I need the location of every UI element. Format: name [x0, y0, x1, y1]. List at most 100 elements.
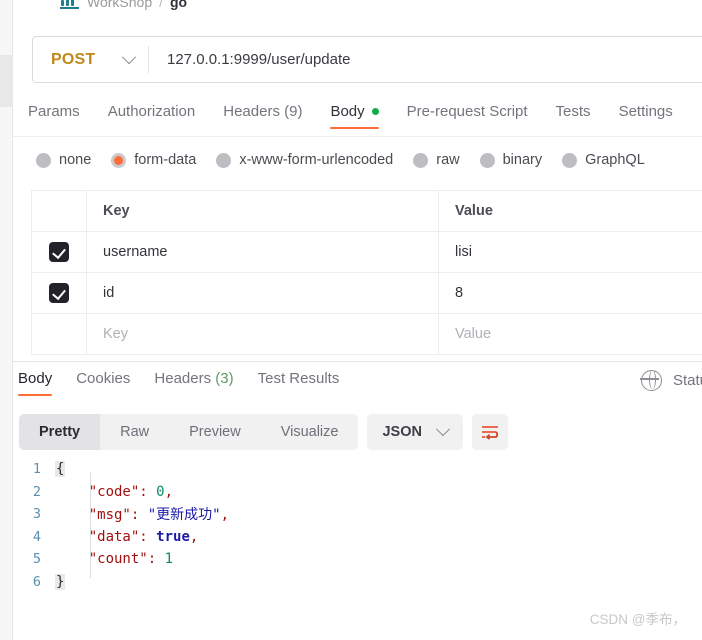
row-value-input[interactable]: 8 — [439, 273, 702, 313]
active-tab-underline — [18, 393, 53, 396]
response-view-mode-group: Pretty Raw Preview Visualize — [19, 414, 359, 450]
row-key-input[interactable]: id — [87, 273, 439, 313]
sidebar-scrollbar[interactable] — [0, 55, 12, 107]
body-type-graphql[interactable]: GraphQL — [562, 152, 645, 168]
row-checkbox[interactable] — [49, 283, 69, 303]
chevron-down-icon — [435, 422, 451, 437]
response-tabs: Body Cookies Headers (3) Test Results — [18, 370, 339, 396]
request-tabs: Params Authorization Headers (9) Body Pre-re… — [28, 103, 702, 136]
word-wrap-button[interactable] — [471, 414, 508, 450]
line-number: 3 — [32, 506, 41, 523]
code-token: , — [164, 483, 174, 500]
line-number: 5 — [32, 551, 41, 568]
code-token: "msg" — [88, 507, 131, 524]
body-type-form-data[interactable]: form-data — [111, 152, 196, 168]
line-number: 2 — [32, 483, 41, 500]
response-tab-label: Body — [18, 370, 53, 387]
radio-icon — [111, 152, 127, 168]
request-tab-label: Settings — [618, 103, 673, 120]
response-format-selector[interactable]: JSON — [367, 414, 463, 450]
code-token: "count" — [88, 551, 148, 568]
http-method-label: POST — [51, 50, 96, 68]
code-token: : — [130, 507, 148, 524]
new-value-input[interactable]: Value — [439, 314, 702, 354]
code-line: 6} — [19, 571, 702, 594]
pane-splitter[interactable] — [12, 361, 702, 362]
breadcrumb-workspace[interactable]: WorkShop — [87, 0, 152, 10]
response-format-label: JSON — [382, 424, 422, 440]
code-token: "更新成功" — [147, 507, 221, 524]
body-type-x-www-form-urlencoded[interactable]: x-www-form-urlencoded — [216, 152, 393, 168]
response-tab-headers[interactable]: Headers (3) — [154, 370, 233, 396]
breadcrumb[interactable]: WorkShop / go — [60, 0, 187, 13]
request-tab-headers-9[interactable]: Headers (9) — [223, 103, 302, 129]
code-line-text: "msg": "更新成功", — [55, 504, 229, 524]
code-token: , — [220, 507, 230, 524]
request-tab-label: Authorization — [107, 103, 196, 120]
row-checkbox[interactable] — [49, 242, 69, 262]
code-token: { — [55, 461, 66, 478]
response-tab-label: Test Results — [257, 370, 340, 387]
request-tab-label: Tests — [555, 103, 591, 120]
table-row[interactable]: id 8 — [32, 273, 702, 314]
table-placeholder-row[interactable]: Key Value — [32, 314, 702, 355]
code-line: 1{ — [19, 458, 702, 481]
request-tab-settings[interactable]: Settings — [619, 103, 673, 129]
view-mode-pretty[interactable]: Pretty — [19, 414, 101, 450]
body-type-label: x-www-form-urlencoded — [239, 152, 394, 168]
row-key-input[interactable]: username — [87, 232, 439, 272]
form-data-table: Key Value username lisi id 8 Key Value — [31, 190, 702, 355]
watermark: CSDN @季布， — [589, 612, 686, 627]
request-tabs-divider — [12, 136, 702, 137]
radio-icon — [413, 152, 429, 168]
body-type-label: none — [59, 152, 92, 168]
collection-icon — [60, 0, 80, 10]
request-tab-params[interactable]: Params — [28, 103, 80, 129]
response-tab-label: Headers — [154, 370, 212, 387]
header-checkbox-cell — [32, 191, 87, 231]
request-tab-tests[interactable]: Tests — [556, 103, 591, 129]
chevron-down-icon — [121, 49, 137, 64]
breadcrumb-current[interactable]: go — [170, 0, 187, 10]
table-header-row: Key Value — [32, 191, 702, 232]
code-line-text: "count": 1 — [55, 551, 173, 567]
request-tab-body[interactable]: Body — [330, 103, 379, 129]
code-token: : — [139, 483, 157, 500]
view-mode-raw[interactable]: Raw — [100, 414, 169, 450]
response-tab-body[interactable]: Body — [18, 370, 53, 396]
view-mode-visualize[interactable]: Visualize — [261, 414, 359, 450]
request-tab-pre-request-script[interactable]: Pre-request Script — [407, 103, 528, 129]
line-number: 1 — [32, 461, 41, 478]
response-tab-label: Cookies — [76, 370, 131, 387]
active-tab-underline — [330, 126, 379, 129]
line-number: 6 — [32, 573, 41, 590]
code-line-text: "code": 0, — [55, 484, 173, 500]
response-status-area: Statu — [640, 369, 702, 391]
radio-icon — [216, 152, 232, 168]
request-url-bar: POST 127.0.0.1:9999/user/update — [32, 36, 702, 83]
code-token: : — [139, 528, 157, 545]
body-type-none[interactable]: none — [36, 152, 91, 168]
body-type-label: raw — [436, 152, 460, 168]
radio-icon — [562, 152, 578, 168]
new-key-input[interactable]: Key — [87, 314, 439, 354]
body-type-raw[interactable]: raw — [413, 152, 460, 168]
view-mode-preview[interactable]: Preview — [169, 414, 261, 450]
request-tab-authorization[interactable]: Authorization — [108, 103, 196, 129]
row-checkbox-cell — [32, 273, 87, 313]
response-status-label: Statu — [672, 372, 702, 389]
response-tab-count: (3) — [215, 370, 234, 387]
http-method-selector[interactable]: POST — [33, 38, 148, 81]
body-type-radio-group: none form-data x-www-form-urlencoded raw bin… — [36, 152, 645, 168]
table-row[interactable]: username lisi — [32, 232, 702, 273]
request-tab-label: Headers (9) — [223, 103, 303, 120]
body-type-binary[interactable]: binary — [479, 152, 542, 168]
row-value-input[interactable]: lisi — [439, 232, 702, 272]
response-tab-cookies[interactable]: Cookies — [76, 370, 130, 396]
row-checkbox-cell — [32, 232, 87, 272]
url-input[interactable]: 127.0.0.1:9999/user/update — [149, 51, 702, 68]
breadcrumb-separator: / — [159, 0, 163, 10]
response-tab-test-results[interactable]: Test Results — [258, 370, 340, 396]
